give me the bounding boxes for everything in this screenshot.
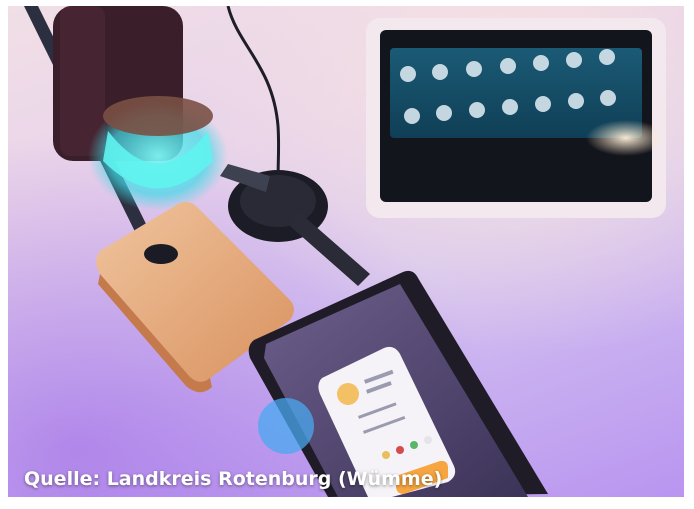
- photo-scene: [24, 6, 666, 497]
- light-bulb-icon: [337, 383, 359, 405]
- smart-display: [366, 18, 666, 218]
- photo-frame: Quelle: Landkreis Rotenburg (Wümme): [8, 6, 684, 497]
- tablet: [248, 270, 548, 497]
- photo-credit-caption: Quelle: Landkreis Rotenburg (Wümme): [24, 468, 443, 490]
